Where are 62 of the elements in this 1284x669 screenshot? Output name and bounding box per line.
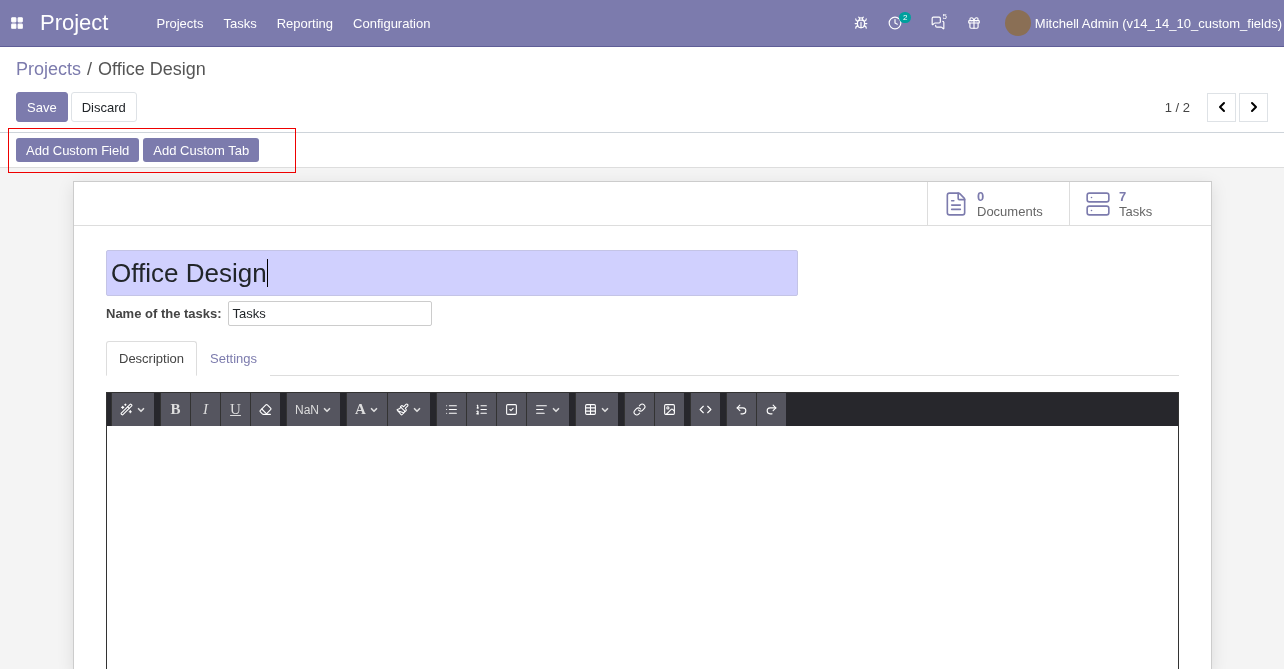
check-button[interactable]	[495, 393, 526, 426]
undo-icon	[734, 403, 748, 416]
ordered-button[interactable]	[465, 393, 496, 426]
list-button[interactable]	[435, 393, 466, 426]
breadcrumb-link[interactable]: Projects	[16, 59, 82, 80]
save-button[interactable]: Save	[16, 92, 68, 122]
debug-icon[interactable]	[853, 16, 868, 30]
stack-icon	[1085, 190, 1111, 217]
paintbrush-icon	[395, 403, 409, 416]
code-button[interactable]	[689, 393, 720, 426]
redo-button[interactable]	[755, 393, 786, 426]
counter-label: 5	[942, 12, 947, 21]
menu-item[interactable]: Projects	[146, 15, 214, 31]
link-icon	[632, 403, 646, 416]
next-button[interactable]	[1239, 92, 1268, 122]
redo-icon	[764, 403, 778, 416]
menu-item[interactable]: Reporting	[266, 15, 344, 31]
breadcrumb-separator: /	[87, 59, 93, 80]
magic-wand-icon	[120, 403, 133, 416]
link-button[interactable]	[623, 393, 654, 426]
toolbar-button[interactable]: U	[220, 393, 250, 426]
align-button[interactable]	[525, 393, 569, 426]
stat-button[interactable]: 7 Tasks	[1069, 182, 1211, 225]
brush-button[interactable]	[386, 393, 430, 426]
counter-badge: 2	[898, 12, 912, 23]
numbered-list-icon	[474, 403, 488, 416]
pager-counter: 1 / 2	[1164, 99, 1190, 115]
html-editor[interactable]: B I U NaN A	[106, 392, 1179, 669]
eraser-button[interactable]	[250, 393, 280, 426]
toolbar-button[interactable]: A	[346, 393, 387, 426]
field-label: Name of the tasks:	[106, 306, 222, 321]
code-icon	[698, 403, 712, 416]
toolbar-button[interactable]: B	[160, 393, 190, 426]
stat-button[interactable]: 0 Documents	[927, 182, 1069, 225]
app-name: Project	[40, 10, 109, 36]
custom-action-button[interactable]: Add Custom Field	[16, 138, 140, 162]
discard-button[interactable]: Discard	[70, 92, 137, 122]
image-icon	[662, 403, 676, 416]
breadcrumb-current: Office Design	[98, 59, 206, 80]
undo-button[interactable]	[725, 393, 756, 426]
bullet-list-icon	[444, 403, 458, 416]
menu-item[interactable]: Tasks	[213, 15, 267, 31]
user-name[interactable]: Mitchell Admin (v14_14_10_custom_fields)	[1034, 15, 1284, 31]
wand-button[interactable]	[111, 393, 154, 426]
image-button[interactable]	[653, 393, 684, 426]
eraser-icon	[259, 403, 272, 416]
messages-icon[interactable]	[931, 16, 946, 30]
tab[interactable]: Description	[106, 341, 198, 376]
checkbox-icon	[504, 403, 518, 416]
name-input[interactable]: Office Design	[106, 250, 798, 296]
align-left-icon	[534, 403, 548, 416]
apps-menu-icon[interactable]	[10, 16, 24, 30]
gift-icon[interactable]	[966, 16, 981, 30]
table-icon	[583, 403, 597, 416]
tasks-name-input[interactable]: Tasks	[227, 301, 432, 326]
toolbar-button[interactable]: NaN	[286, 393, 340, 426]
previous-button[interactable]	[1207, 92, 1236, 122]
menu-item[interactable]: Configuration	[343, 15, 441, 31]
toolbar-button[interactable]: I	[190, 393, 220, 426]
activity-icon[interactable]	[887, 16, 902, 30]
table-button[interactable]	[574, 393, 618, 426]
custom-action-button[interactable]: Add Custom Tab	[143, 138, 260, 162]
